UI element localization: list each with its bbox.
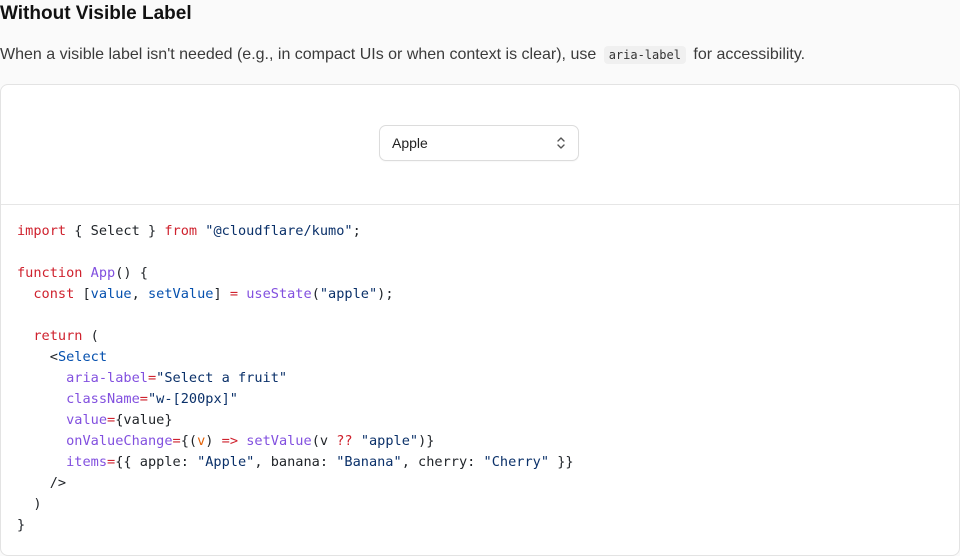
code-text: {( — [180, 433, 198, 449]
code-text: , — [131, 286, 148, 302]
demo-preview: Apple — [1, 85, 959, 205]
description-text-after: for accessibility. — [693, 46, 806, 63]
code-string: "Banana" — [336, 454, 402, 470]
code-text: , banana: — [254, 454, 337, 470]
code-attribute: aria-label — [66, 370, 148, 386]
code-variable: value — [90, 286, 132, 302]
code-text: [ — [74, 286, 91, 302]
code-string: "Apple" — [197, 454, 255, 470]
code-operator: = — [172, 433, 181, 449]
code-text: )} — [418, 433, 435, 449]
code-text: ; — [352, 223, 361, 239]
code-text: () { — [115, 265, 148, 281]
code-text: ( — [82, 328, 99, 344]
code-keyword: const — [33, 286, 75, 302]
example-card: Apple import { Select } from "@cloudflar… — [0, 84, 960, 556]
code-text: ); — [377, 286, 394, 302]
code-attribute: value — [66, 412, 108, 428]
code-string: "w-[200px]" — [147, 391, 238, 407]
code-text: /> — [49, 475, 67, 491]
code-text: {value} — [115, 412, 173, 428]
code-text: ( — [311, 286, 320, 302]
code-keyword: import — [17, 223, 67, 239]
code-string: "Select a fruit" — [156, 370, 288, 386]
description-text-before: When a visible label isn't needed (e.g.,… — [0, 46, 597, 63]
code-text: , cherry: — [401, 454, 484, 470]
code-attribute: items — [66, 454, 108, 470]
code-text: ) — [205, 433, 222, 449]
code-operator: = — [147, 370, 157, 386]
code-keyword: return — [33, 328, 83, 344]
code-function: setValue — [246, 433, 312, 449]
code-operator: = — [229, 286, 239, 302]
code-text: {{ apple: — [115, 454, 198, 470]
code-text: (v — [311, 433, 337, 449]
code-string: "Cherry" — [483, 454, 550, 470]
code-text: } — [17, 517, 26, 533]
select-value: Apple — [392, 135, 428, 151]
code-string: "apple" — [319, 286, 378, 302]
code-text: { Select } — [66, 223, 165, 239]
code-operator: = — [107, 412, 116, 428]
code-operator: = — [139, 391, 148, 407]
code-string: "apple" — [360, 433, 419, 449]
code-function: App — [90, 265, 116, 281]
code-operator: => — [221, 433, 239, 449]
code-text: < — [49, 349, 58, 365]
inline-code-aria-label: aria-label — [603, 46, 686, 64]
code-keyword: from — [164, 223, 198, 239]
chevron-up-down-icon — [556, 136, 566, 150]
code-operator: ?? — [336, 433, 353, 449]
code-attribute: className — [66, 391, 140, 407]
code-tag: Select — [57, 349, 108, 365]
code-attribute: onValueChange — [66, 433, 173, 449]
code-text: }} — [549, 454, 574, 470]
code-string: "@cloudflare/kumo" — [205, 223, 353, 239]
code-operator: = — [107, 454, 116, 470]
code-function: useState — [246, 286, 312, 302]
code-block: import { Select } from "@cloudflare/kumo… — [1, 205, 959, 552]
section-description: When a visible label isn't needed (e.g.,… — [0, 46, 805, 64]
fruit-select[interactable]: Apple — [379, 125, 579, 161]
code-keyword: function — [17, 265, 83, 281]
section-heading: Without Visible Label — [0, 3, 192, 24]
code-variable: setValue — [147, 286, 214, 302]
code-text: ] — [213, 286, 230, 302]
code-text: ) — [33, 496, 42, 512]
